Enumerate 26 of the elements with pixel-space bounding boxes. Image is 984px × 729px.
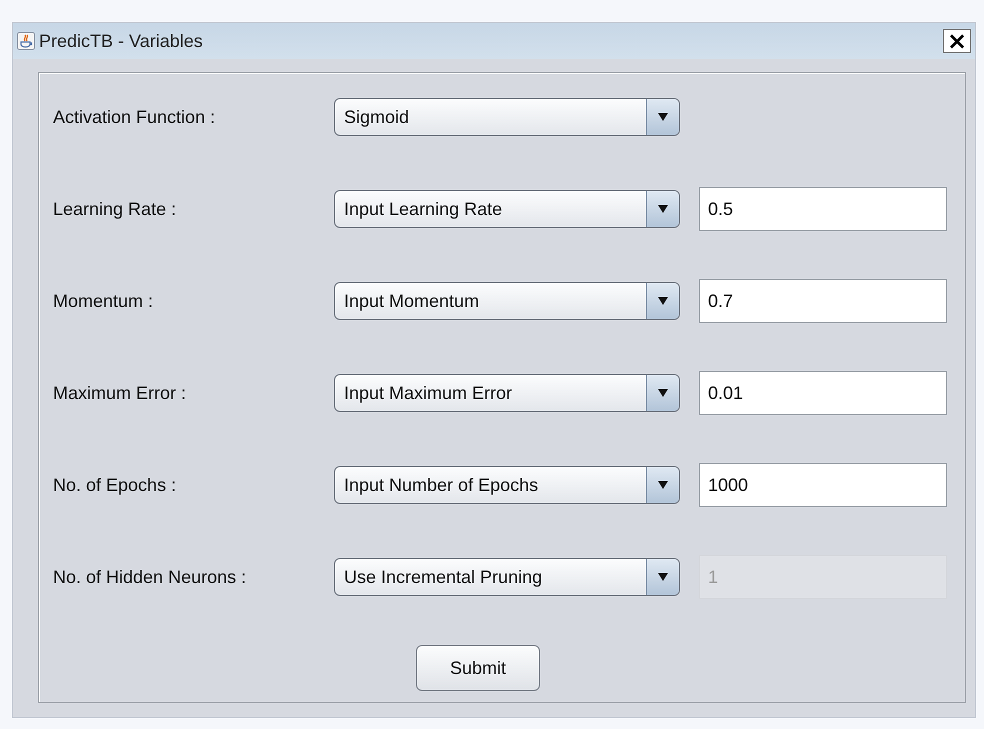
field-label: Momentum :: [53, 290, 154, 312]
field-label: Activation Function :: [53, 106, 216, 128]
input-field[interactable]: 0.5: [699, 187, 947, 231]
close-button[interactable]: ×: [943, 29, 971, 53]
dropdown-arrow-icon: [658, 204, 668, 214]
dropdown[interactable]: Input Learning Rate: [334, 190, 680, 228]
dropdown[interactable]: Input Maximum Error: [334, 374, 680, 412]
dropdown-arrow-icon: [658, 388, 668, 398]
field-label: Learning Rate :: [53, 198, 178, 220]
cup-icon: [17, 32, 35, 50]
dropdown-arrow-icon: [658, 572, 668, 582]
submit-button[interactable]: Submit: [416, 645, 540, 691]
input-field[interactable]: 0.7: [699, 279, 947, 323]
field-label: No. of Hidden Neurons :: [53, 566, 248, 588]
field-label: Maximum Error :: [53, 382, 188, 404]
input-field[interactable]: 1000: [699, 463, 947, 507]
dropdown[interactable]: Use Incremental Pruning: [334, 558, 680, 596]
window-title: PredicTB - Variables: [39, 30, 204, 52]
dropdown-arrow-icon: [658, 296, 668, 306]
field-label: No. of Epochs :: [53, 474, 178, 496]
dropdown[interactable]: Input Momentum: [334, 282, 680, 320]
input-field[interactable]: 0.01: [699, 371, 947, 415]
dropdown[interactable]: Input Number of Epochs: [334, 466, 680, 504]
dropdown-arrow-icon: [658, 480, 668, 490]
dropdown-arrow-icon: [658, 112, 668, 122]
dropdown[interactable]: Sigmoid: [334, 98, 680, 136]
